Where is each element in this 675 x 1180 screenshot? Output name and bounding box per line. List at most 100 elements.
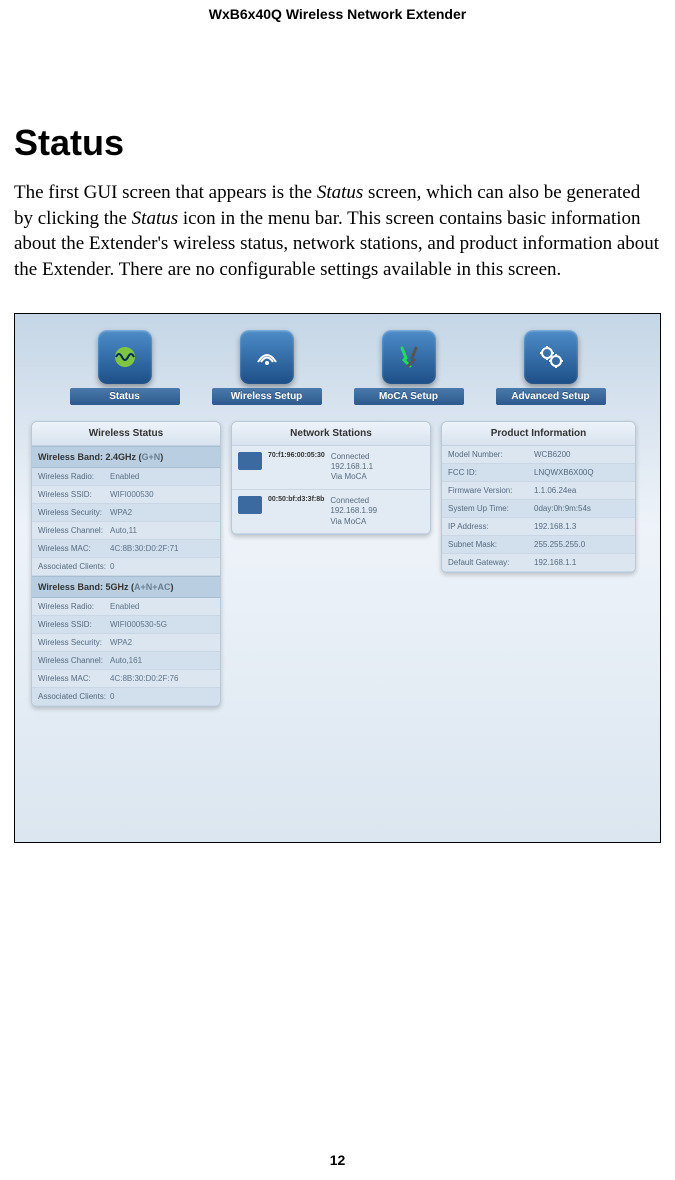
row-value: 0day:0h:9m:54s [534,504,629,513]
row-key: FCC ID: [448,468,534,477]
panel-wireless-status: Wireless Status Wireless Band: 2.4GHz (G… [31,421,221,707]
row-key: Wireless Radio: [38,602,110,611]
row-key: Wireless Radio: [38,472,110,481]
table-row: Default Gateway:192.168.1.1 [442,554,635,572]
row-key: Wireless Channel: [38,526,110,535]
device-icon [238,452,262,470]
table-row: System Up Time:0day:0h:9m:54s [442,500,635,518]
row-key: Firmware Version: [448,486,534,495]
table-row: Wireless Radio:Enabled [32,468,220,486]
station-mac-col: 70:f1:96:00:05:30 [268,452,325,459]
row-key: Wireless MAC: [38,674,110,683]
advanced-icon [524,330,578,384]
panel-title: Network Stations [232,422,430,446]
station-info: Connected 192.168.1.1 Via MoCA [331,452,373,483]
row-key: Model Number: [448,450,534,459]
panel-title: Wireless Status [32,422,220,446]
band-text: Wireless Band: 2.4GHz ( [38,452,141,462]
row-value: Enabled [110,472,214,481]
row-value: 4C:8B:30:D0:2F:71 [110,544,214,553]
panel-title: Product Information [442,422,635,446]
table-row: Wireless Channel:Auto,161 [32,652,220,670]
row-value: 0 [110,692,214,701]
table-row: Associated Clients:0 [32,558,220,576]
para-em-status-1: Status [317,182,363,203]
table-row: IP Address:192.168.1.3 [442,518,635,536]
station-mac: 70:f1:96:00:05:30 [268,452,325,459]
station-via: Via MoCA [331,472,373,482]
row-key: Wireless SSID: [38,620,110,629]
device-icon [238,496,262,514]
row-value: WPA2 [110,508,214,517]
band-24-header: Wireless Band: 2.4GHz (G+N) [32,446,220,468]
moca-icon [382,330,436,384]
band-text: Wireless Band: 5GHz ( [38,582,134,592]
table-row: Subnet Mask:255.255.255.0 [442,536,635,554]
panel-product-info: Product Information Model Number:WCB6200… [441,421,636,573]
station-via: Via MoCA [330,517,377,527]
row-key: Subnet Mask: [448,540,534,549]
station-mac: 00:50:bf:d3:3f:8b [268,496,324,503]
screenshot-status-screen: Status Wireless Setup MoCA Setup Advance… [14,313,661,843]
table-row: Firmware Version:1.1.06.24ea [442,482,635,500]
menu-item-advanced-setup[interactable]: Advanced Setup [496,330,606,405]
row-key: Wireless MAC: [38,544,110,553]
row-value: 1.1.06.24ea [534,486,629,495]
menu-label: MoCA Setup [354,388,464,405]
table-row: Wireless Security:WPA2 [32,634,220,652]
row-value: Enabled [110,602,214,611]
menu-label: Status [70,388,180,405]
row-key: Associated Clients: [38,692,110,701]
row-key: System Up Time: [448,504,534,513]
menu-bar: Status Wireless Setup MoCA Setup Advance… [15,314,660,411]
table-row: Wireless MAC:4C:8B:30:D0:2F:76 [32,670,220,688]
station-ip: 192.168.1.1 [331,462,373,472]
row-value: Auto,11 [110,526,214,535]
station-item: 70:f1:96:00:05:30 Connected 192.168.1.1 … [232,446,430,490]
row-key: Wireless Security: [38,508,110,517]
row-value: WIFI000530 [110,490,214,499]
row-value: WPA2 [110,638,214,647]
table-row: Wireless Security:WPA2 [32,504,220,522]
table-row: Wireless Channel:Auto,11 [32,522,220,540]
station-status: Connected [330,496,377,506]
menu-item-status[interactable]: Status [70,330,180,405]
page-header: WxB6x40Q Wireless Network Extender [0,0,675,22]
band-sub: G+N [141,452,160,462]
table-row: Wireless Radio:Enabled [32,598,220,616]
table-row: Wireless SSID:WIFI000530-5G [32,616,220,634]
band-text: ) [170,582,173,592]
row-key: Wireless SSID: [38,490,110,499]
station-item: 00:50:bf:d3:3f:8b Connected 192.168.1.99… [232,490,430,534]
para-text: The first GUI screen that appears is the [14,182,317,203]
band-sub: A+N+AC [134,582,171,592]
table-row: FCC ID:LNQWXB6X00Q [442,464,635,482]
menu-item-wireless-setup[interactable]: Wireless Setup [212,330,322,405]
wireless-icon [240,330,294,384]
table-row: Associated Clients:0 [32,688,220,706]
row-value: 192.168.1.3 [534,522,629,531]
page-number: 12 [0,1152,675,1168]
row-value: WIFI000530-5G [110,620,214,629]
menu-label: Wireless Setup [212,388,322,405]
para-em-status-2: Status [132,208,178,229]
row-value: WCB6200 [534,450,629,459]
panel-network-stations: Network Stations 70:f1:96:00:05:30 Conne… [231,421,431,535]
station-status: Connected [331,452,373,462]
station-mac-col: 00:50:bf:d3:3f:8b [268,496,324,503]
row-key: Wireless Security: [38,638,110,647]
row-value: 192.168.1.1 [534,558,629,567]
row-value: 255.255.255.0 [534,540,629,549]
row-key: Wireless Channel: [38,656,110,665]
intro-paragraph: The first GUI screen that appears is the… [14,180,661,283]
menu-label: Advanced Setup [496,388,606,405]
menu-item-moca-setup[interactable]: MoCA Setup [354,330,464,405]
table-row: Model Number:WCB6200 [442,446,635,464]
row-value: Auto,161 [110,656,214,665]
station-info: Connected 192.168.1.99 Via MoCA [330,496,377,527]
row-key: Associated Clients: [38,562,110,571]
table-row: Wireless SSID:WIFI000530 [32,486,220,504]
band-text: ) [160,452,163,462]
table-row: Wireless MAC:4C:8B:30:D0:2F:71 [32,540,220,558]
row-value: LNQWXB6X00Q [534,468,629,477]
